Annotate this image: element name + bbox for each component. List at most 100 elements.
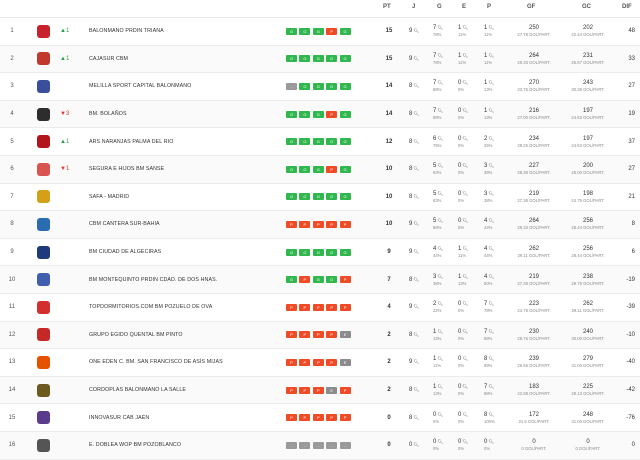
table-row[interactable]: 9 BM CIUDAD DE ALGECIRAS G G G G G 9 9🔍︎ 4🔍︎ 44% 1🔍…: [0, 239, 640, 267]
table-row[interactable]: 13 ONE EDEN C. BM. SAN FRANCISCO DE ASÍS …: [0, 349, 640, 377]
team-name[interactable]: INNOVASUR CAB JAÉN: [89, 404, 279, 431]
form-badge[interactable]: P: [286, 303, 297, 311]
form-badge[interactable]: P: [312, 303, 324, 311]
form-badge[interactable]: P: [299, 331, 311, 339]
form-badge[interactable]: G: [299, 82, 311, 90]
search-icon[interactable]: 🔍︎: [413, 442, 419, 447]
search-icon[interactable]: 🔍︎: [462, 191, 468, 196]
table-row[interactable]: 6 ▼1 SEGURA E HIJOS BM SANSE G G G P G 10 8🔍︎ 5🔍︎ 6…: [0, 155, 640, 184]
search-icon[interactable]: 🔍︎: [462, 356, 468, 361]
form-badge[interactable]: G: [299, 165, 311, 173]
search-icon[interactable]: 🔍︎: [437, 439, 443, 444]
form-badge[interactable]: G: [299, 55, 311, 63]
form-badge[interactable]: P: [339, 386, 351, 394]
search-icon[interactable]: 🔍︎: [437, 412, 443, 417]
team-name[interactable]: SEGURA E HIJOS BM SANSE: [89, 156, 279, 183]
search-icon[interactable]: 🔍︎: [462, 439, 468, 444]
form-badge[interactable]: G: [326, 193, 338, 201]
form-badge[interactable]: -: [339, 441, 351, 449]
form-badge[interactable]: P: [286, 386, 297, 394]
team-name[interactable]: MELILLA SPORT CAPITAL BALONMANO: [89, 73, 279, 100]
form-badge[interactable]: G: [312, 110, 324, 118]
team-name[interactable]: ARS NARANJAS PALMA DEL RIO: [89, 128, 279, 155]
search-icon[interactable]: 🔍︎: [462, 163, 468, 168]
form-badge[interactable]: P: [299, 414, 311, 422]
search-icon[interactable]: 🔍︎: [413, 304, 419, 309]
form-badge[interactable]: G: [312, 276, 324, 284]
form-badge[interactable]: G: [326, 55, 338, 63]
form-badge[interactable]: G: [286, 110, 297, 118]
search-icon[interactable]: 🔍︎: [437, 384, 443, 389]
search-icon[interactable]: 🔍︎: [488, 356, 494, 361]
table-row[interactable]: 14 CORDOPLAS BALONMANO LA SALLE P P P E P 2 8🔍︎ 1…: [0, 376, 640, 405]
form-badge[interactable]: P: [339, 303, 351, 311]
search-icon[interactable]: 🔍︎: [488, 439, 494, 444]
form-badge[interactable]: P: [299, 386, 311, 394]
form-badge[interactable]: E: [339, 331, 351, 339]
search-icon[interactable]: 🔍︎: [437, 218, 443, 223]
form-badge[interactable]: G: [286, 27, 297, 35]
form-badge[interactable]: G: [286, 138, 297, 146]
search-icon[interactable]: 🔍︎: [413, 277, 419, 282]
form-badge[interactable]: G: [312, 138, 324, 146]
form-badge[interactable]: G: [299, 27, 311, 35]
search-icon[interactable]: 🔍︎: [462, 25, 468, 30]
search-icon[interactable]: 🔍︎: [462, 218, 468, 223]
table-row[interactable]: 15 INNOVASUR CAB JAÉN P P P P P 0 8🔍︎ 0🔍︎ 0% 0🔍︎ 0% 8…: [0, 404, 640, 432]
team-name[interactable]: GRUPO EGIDO QUENTAL BM PINTO: [89, 322, 279, 349]
form-badge[interactable]: P: [326, 358, 338, 366]
search-icon[interactable]: 🔍︎: [437, 53, 443, 58]
form-badge[interactable]: P: [286, 414, 297, 422]
form-badge[interactable]: P: [339, 414, 351, 422]
form-badge[interactable]: G: [339, 110, 351, 118]
table-row[interactable]: 2 ▲1 CAJASUR CBM G G G G G 15 9🔍︎ 7🔍︎ 78% 1🔍︎ 11% 1🔍︎ 1…: [0, 45, 640, 74]
search-icon[interactable]: 🔍︎: [437, 136, 443, 141]
form-badge[interactable]: E: [326, 386, 338, 394]
form-badge[interactable]: P: [326, 220, 338, 228]
search-icon[interactable]: 🔍︎: [462, 136, 468, 141]
table-row[interactable]: 10 BM MONTEQUINTO PRDIN CDAD. DE DOS HNAS…: [0, 266, 640, 294]
search-icon[interactable]: 🔍︎: [462, 329, 468, 334]
form-badge[interactable]: G: [326, 82, 338, 90]
form-badge[interactable]: P: [312, 358, 324, 366]
search-icon[interactable]: 🔍︎: [437, 356, 443, 361]
search-icon[interactable]: 🔍︎: [488, 136, 494, 141]
form-badge[interactable]: P: [312, 220, 324, 228]
form-badge[interactable]: P: [312, 386, 324, 394]
form-badge[interactable]: P: [326, 110, 338, 118]
search-icon[interactable]: 🔍︎: [488, 80, 494, 85]
search-icon[interactable]: 🔍︎: [488, 384, 494, 389]
form-badge[interactable]: G: [339, 27, 351, 35]
form-badge[interactable]: G: [339, 138, 351, 146]
form-badge[interactable]: G: [286, 276, 297, 284]
table-row[interactable]: 3 MELILLA SPORT CAPITAL BALONMANO - G G G G 14 8…: [0, 73, 640, 101]
search-icon[interactable]: 🔍︎: [413, 111, 419, 116]
search-icon[interactable]: 🔍︎: [413, 359, 419, 364]
search-icon[interactable]: 🔍︎: [437, 191, 443, 196]
search-icon[interactable]: 🔍︎: [413, 166, 419, 171]
table-row[interactable]: 11 TOPDORMITORIOS.COM BM POZUELO DE OVA P P…: [0, 294, 640, 322]
search-icon[interactable]: 🔍︎: [413, 415, 419, 420]
form-badge[interactable]: P: [312, 331, 324, 339]
search-icon[interactable]: 🔍︎: [413, 83, 419, 88]
form-badge[interactable]: G: [312, 165, 324, 173]
form-badge[interactable]: G: [299, 248, 311, 256]
form-badge[interactable]: G: [326, 248, 338, 256]
form-badge[interactable]: G: [339, 193, 351, 201]
form-badge[interactable]: G: [286, 193, 297, 201]
search-icon[interactable]: 🔍︎: [413, 221, 419, 226]
form-badge[interactable]: -: [312, 441, 324, 449]
form-badge[interactable]: G: [326, 138, 338, 146]
search-icon[interactable]: 🔍︎: [488, 274, 494, 279]
form-badge[interactable]: P: [299, 276, 311, 284]
search-icon[interactable]: 🔍︎: [488, 108, 494, 113]
search-icon[interactable]: 🔍︎: [413, 139, 419, 144]
search-icon[interactable]: 🔍︎: [413, 28, 419, 33]
search-icon[interactable]: 🔍︎: [413, 194, 419, 199]
form-badge[interactable]: G: [326, 276, 338, 284]
search-icon[interactable]: 🔍︎: [462, 246, 468, 251]
search-icon[interactable]: 🔍︎: [413, 56, 419, 61]
team-name[interactable]: BM. BOLAÑOS: [89, 101, 279, 128]
form-badge[interactable]: G: [286, 165, 297, 173]
search-icon[interactable]: 🔍︎: [413, 332, 419, 337]
